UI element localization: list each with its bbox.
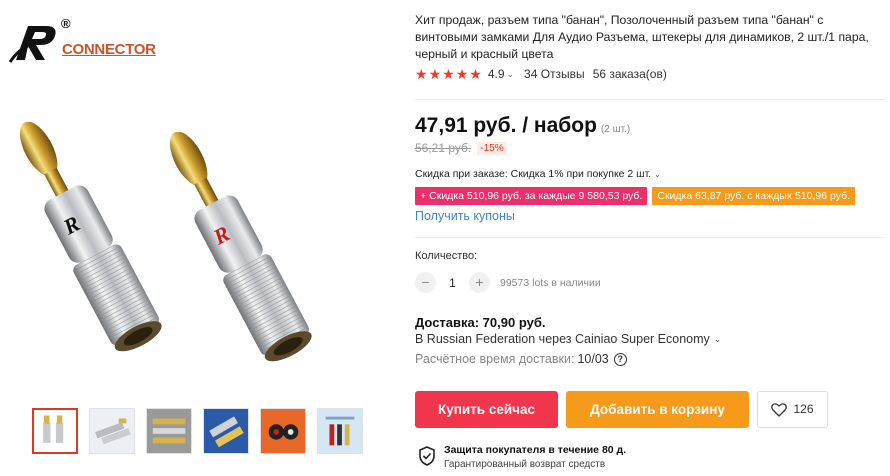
buyer-protection: Защита покупателя в течение 80 д. Гарант… bbox=[418, 444, 626, 470]
thumbnail-5[interactable] bbox=[260, 408, 306, 454]
shipping-method[interactable]: В Russian Federation через Cainiao Super… bbox=[415, 332, 721, 346]
coupon-list: + Скидка 510,96 руб. за каждые 9 580,53 р… bbox=[415, 187, 856, 205]
star-icon: ★ bbox=[469, 66, 482, 82]
thumbnail-2[interactable] bbox=[89, 408, 135, 454]
quantity-decrease-button[interactable]: − bbox=[415, 272, 436, 293]
star-icon: ★ bbox=[415, 66, 428, 82]
star-icon: ★ bbox=[442, 66, 455, 82]
shield-check-icon bbox=[419, 446, 435, 466]
coupon-label: Скидка 510,96 руб. за каждые 9 580,53 ру… bbox=[429, 190, 643, 202]
chevron-down-icon[interactable]: ⌄ bbox=[714, 334, 722, 345]
heart-icon bbox=[771, 402, 788, 417]
delivery-time-label: Расчётное время доставки: bbox=[415, 352, 575, 366]
main-product-image[interactable]: R R bbox=[0, 75, 395, 395]
thumbnail-6[interactable] bbox=[317, 408, 363, 454]
divider bbox=[415, 99, 885, 100]
wishlist-count: 126 bbox=[793, 402, 814, 416]
wishlist-button[interactable]: 126 bbox=[757, 391, 828, 428]
order-discount[interactable]: Скидка при заказе: Скидка 1% при покупке… bbox=[415, 168, 661, 180]
brand-r-logo-icon bbox=[8, 26, 56, 63]
protection-title: Защита покупателя в течение 80 д. bbox=[444, 444, 627, 456]
current-price: 47,91 руб. / набор bbox=[415, 114, 597, 137]
star-icon: ★ bbox=[428, 66, 442, 82]
thumbnail-strip bbox=[32, 408, 363, 454]
orders-count: 56 заказа(ов) bbox=[592, 67, 667, 81]
old-price-row: 56,21 руб. -15% bbox=[415, 141, 507, 155]
price-unit-note: (2 шт.) bbox=[600, 124, 631, 135]
delivery-time-value: 10/03 bbox=[577, 352, 609, 366]
protection-subtitle: Гарантированный возврат средств bbox=[444, 459, 606, 470]
star-icon: ★ bbox=[455, 66, 469, 82]
discount-badge: -15% bbox=[477, 141, 507, 155]
thumbnail-3[interactable] bbox=[146, 408, 192, 454]
registered-mark: ® bbox=[61, 16, 71, 31]
add-to-cart-button[interactable]: Добавить в корзину bbox=[566, 391, 749, 428]
order-discount-text: Скидка при заказе: Скидка 1% при покупке… bbox=[415, 168, 652, 180]
divider bbox=[415, 237, 885, 238]
chevron-down-icon[interactable]: ⌄ bbox=[654, 170, 661, 179]
quantity-label: Количество: bbox=[415, 250, 478, 262]
quantity-value[interactable]: 1 bbox=[436, 276, 469, 290]
reviews-link[interactable]: 34 Отзывы bbox=[524, 67, 585, 81]
stock-count: 99573 lots в наличии bbox=[500, 276, 601, 289]
brand-name: CONNECTOR bbox=[62, 41, 156, 58]
coupon-store[interactable]: + Скидка 510,96 руб. за каждые 9 580,53 р… bbox=[415, 187, 648, 205]
buy-now-button[interactable]: Купить сейчас bbox=[415, 391, 558, 428]
rating-row: ★ ★ ★ ★ ★ 4.9 ⌄ 34 Отзывы 56 заказа(ов) bbox=[415, 67, 667, 81]
thumbnail-1[interactable] bbox=[32, 408, 78, 454]
rating-score[interactable]: 4.9 bbox=[488, 67, 505, 81]
thumbnail-4[interactable] bbox=[203, 408, 249, 454]
price-block: 47,91 руб. / набор (2 шт.) bbox=[415, 114, 630, 138]
get-coupons-link[interactable]: Получить купоны bbox=[415, 209, 515, 223]
delivery-estimate: Расчётное время доставки: 10/03 ? bbox=[415, 352, 627, 366]
shipping-route-text: В Russian Federation через Cainiao Super… bbox=[415, 332, 710, 346]
plus-icon: + bbox=[420, 190, 427, 202]
quantity-stepper: − 1 + 99573 lots в наличии bbox=[415, 272, 601, 293]
old-price: 56,21 руб. bbox=[415, 141, 472, 155]
brand-logo: ® CONNECTOR bbox=[6, 14, 156, 64]
product-title: Хит продаж, разъем типа "банан", Позолоч… bbox=[415, 13, 869, 61]
star-rating: ★ ★ ★ ★ ★ bbox=[415, 67, 482, 81]
shipping-cost: Доставка: 70,90 руб. bbox=[415, 315, 546, 330]
coupon-label: Скидка 63,87 руб. с каждых 510,96 руб. bbox=[657, 190, 851, 202]
coupon-select[interactable]: Скидка 63,87 руб. с каждых 510,96 руб. bbox=[652, 187, 856, 205]
chevron-down-icon[interactable]: ⌄ bbox=[507, 69, 515, 80]
help-icon[interactable]: ? bbox=[613, 352, 627, 366]
quantity-increase-button[interactable]: + bbox=[469, 272, 490, 293]
